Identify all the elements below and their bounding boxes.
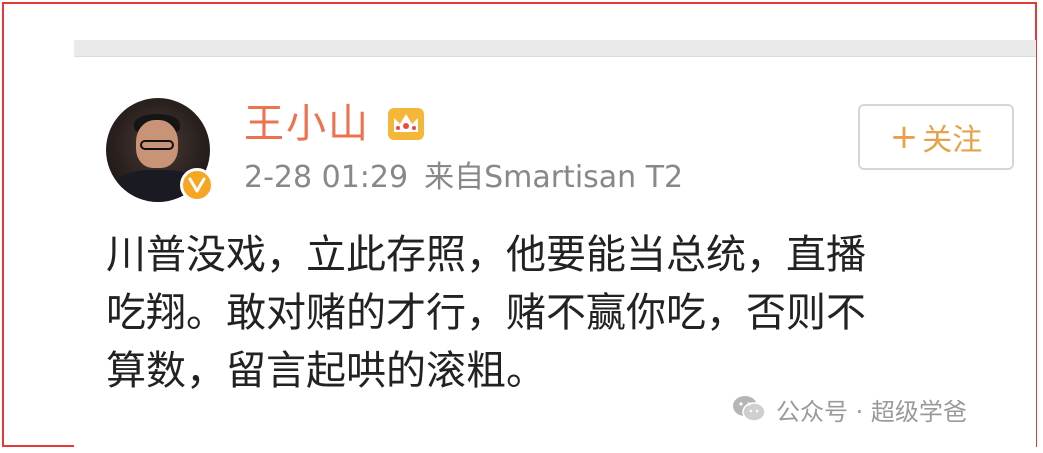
watermark-text: 公众号 · 超级学爸	[776, 397, 967, 426]
wechat-icon	[733, 396, 766, 422]
post-timestamp: 2-28 01:29	[244, 160, 409, 195]
avatar-glasses	[140, 140, 174, 150]
post-meta: 2-28 01:29 来自Smartisan T2	[244, 160, 683, 196]
verified-badge-icon	[180, 168, 214, 202]
top-divider-strip	[74, 40, 1036, 57]
plus-icon: +	[889, 117, 919, 157]
post-content-line: 吃翔。敢对赌的才行，赌不赢你吃，否则不	[106, 290, 866, 336]
post-content: 川普没戏，立此存照，他要能当总统，直播 吃翔。敢对赌的才行，赌不赢你吃，否则不 …	[106, 226, 1006, 400]
follow-button-label: 关注	[922, 123, 983, 158]
post-source[interactable]: 来自Smartisan T2	[424, 160, 683, 195]
follow-button[interactable]: + 关注	[858, 104, 1014, 170]
post-content-line: 川普没戏，立此存照，他要能当总统，直播	[106, 232, 866, 278]
crown-icon	[388, 108, 424, 140]
username[interactable]: 王小山	[244, 100, 370, 148]
weibo-post-card: 王小山 2-28 01:29 来自Smartisan T2 + 关注 川普没戏，立…	[74, 40, 1036, 448]
watermark: 公众号 · 超级学爸	[732, 390, 967, 428]
